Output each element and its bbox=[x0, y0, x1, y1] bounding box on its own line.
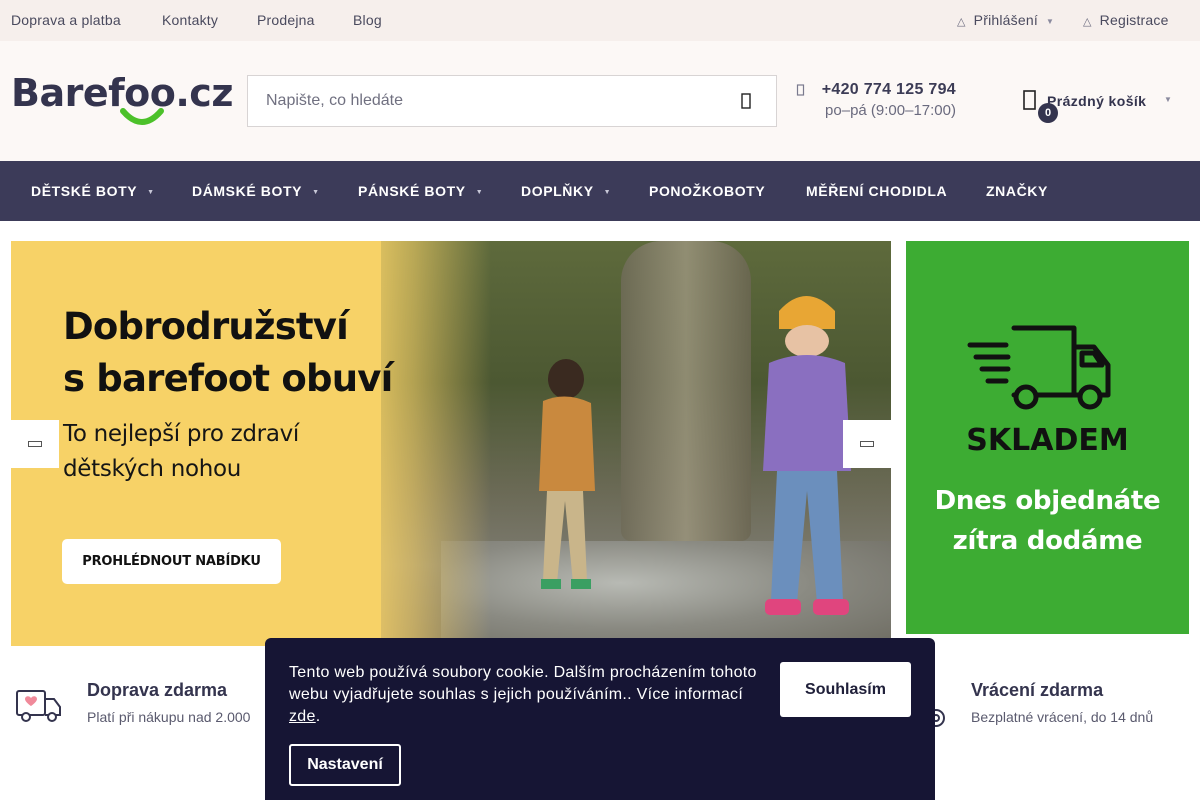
arrow-left-icon bbox=[28, 441, 42, 447]
main-navigation: DĚTSKÉ BOTY ▼ DÁMSKÉ BOTY ▼ PÁNSKÉ BOTY ▼ D… bbox=[0, 161, 1200, 221]
in-stock-line2: zítra dodáme bbox=[952, 526, 1143, 556]
nav-label: DÁMSKÉ BOTY bbox=[192, 183, 303, 199]
topbar-link-shipping[interactable]: Doprava a platba bbox=[11, 12, 121, 28]
benefit-free-returns: Vrácení zdarma Bezplatné vrácení, do 14 … bbox=[971, 680, 1153, 725]
nav-item-brands[interactable]: ZNAČKY bbox=[986, 183, 1048, 199]
register-label: Registrace bbox=[1099, 12, 1169, 28]
nav-item-accessories[interactable]: DOPLŇKY ▼ bbox=[521, 183, 611, 199]
phone-icon bbox=[796, 84, 805, 96]
hero-title: Dobrodružství s barefoot obuví bbox=[63, 301, 393, 405]
header: Barefoo.cz +420 774 125 794 po–pá (9:00–… bbox=[0, 41, 1200, 161]
chevron-down-icon: ▼ bbox=[475, 189, 484, 196]
slider-prev-button[interactable] bbox=[11, 420, 59, 468]
phone-contact[interactable]: +420 774 125 794 po–pá (9:00–17:00) bbox=[796, 81, 956, 119]
benefit-subtitle: Platí při nákupu nad 2.000 bbox=[87, 709, 251, 725]
hero-subtitle-line1: To nejlepší pro zdraví bbox=[63, 421, 300, 447]
nav-item-foot-measuring[interactable]: MĚŘENÍ CHODIDLA bbox=[806, 183, 947, 199]
chevron-down-icon: ▼ bbox=[1164, 95, 1172, 104]
chevron-down-icon: ▼ bbox=[147, 189, 155, 196]
topbar-link-contacts[interactable]: Kontakty bbox=[162, 12, 218, 28]
chevron-down-icon: ▼ bbox=[603, 189, 612, 196]
logo[interactable]: Barefoo.cz bbox=[11, 71, 233, 131]
delivery-van-icon bbox=[16, 690, 61, 722]
benefit-subtitle: Bezplatné vrácení, do 14 dnů bbox=[971, 709, 1154, 725]
hero-title-line2: s barefoot obuví bbox=[63, 357, 393, 400]
benefit-title: Vrácení zdarma bbox=[971, 680, 1104, 700]
benefit-title: Doprava zdarma bbox=[87, 680, 228, 700]
opening-hours: po–pá (9:00–17:00) bbox=[825, 102, 956, 119]
user-add-icon: △ bbox=[1083, 16, 1092, 28]
cookie-message: Tento web používá soubory cookie. Dalším… bbox=[289, 664, 757, 703]
top-bar: Doprava a platba Kontakty Prodejna Blog … bbox=[0, 0, 1200, 41]
tree-trunk bbox=[621, 241, 751, 541]
search-box bbox=[247, 75, 777, 127]
browse-offer-button[interactable]: PROHLÉDNOUT NABÍDKU bbox=[62, 539, 281, 584]
nav-item-womens-shoes[interactable]: DÁMSKÉ BOTY ▼ bbox=[192, 183, 320, 199]
phone-number: +420 774 125 794 bbox=[821, 81, 956, 98]
cookie-consent-bar: Tento web používá soubory cookie. Dalším… bbox=[265, 638, 935, 800]
nav-item-kids-shoes[interactable]: DĚTSKÉ BOTY ▼ bbox=[31, 183, 155, 199]
delivery-truck-icon bbox=[967, 325, 1111, 410]
topbar-link-store[interactable]: Prodejna bbox=[257, 12, 315, 28]
chevron-down-icon: ▼ bbox=[1045, 17, 1055, 26]
topbar-link-blog[interactable]: Blog bbox=[353, 12, 382, 28]
search-icon[interactable] bbox=[738, 92, 754, 110]
slider-next-button[interactable] bbox=[843, 420, 891, 468]
smile-icon bbox=[120, 108, 164, 125]
cookie-text-end: . bbox=[315, 708, 321, 725]
cart-icon bbox=[1023, 90, 1036, 110]
in-stock-title: SKLADEM bbox=[966, 423, 1129, 458]
cookie-settings-button[interactable]: Nastavení bbox=[289, 744, 401, 786]
nav-label: PÁNSKÉ BOTY bbox=[358, 183, 466, 199]
hero-banner[interactable]: Dobrodružství s barefoot obuví To nejlep… bbox=[11, 241, 891, 646]
chevron-down-icon: ▼ bbox=[312, 189, 320, 196]
arrow-right-icon bbox=[860, 441, 874, 447]
hero-subtitle-line2: dětských nohou bbox=[63, 456, 242, 482]
nav-item-sock-shoes[interactable]: PONOŽKOBOTY bbox=[649, 183, 765, 199]
hero-title-line1: Dobrodružství bbox=[63, 305, 349, 348]
cart[interactable]: 0 Prázdný košík ▼ bbox=[1022, 87, 1182, 127]
nav-label: DOPLŇKY bbox=[521, 183, 594, 199]
user-icon: △ bbox=[957, 16, 966, 28]
cart-label: Prázdný košík bbox=[1047, 93, 1147, 109]
hero-subtitle: To nejlepší pro zdraví dětských nohou bbox=[63, 417, 299, 487]
cookie-agree-button[interactable]: Souhlasím bbox=[780, 662, 911, 717]
cookie-text: Tento web používá soubory cookie. Dalším… bbox=[289, 662, 759, 728]
child-figure-left bbox=[539, 359, 595, 589]
in-stock-text: Dnes objednáte zítra dodáme bbox=[906, 481, 1189, 561]
search-input[interactable] bbox=[248, 76, 708, 126]
login-label: Přihlášení bbox=[973, 12, 1038, 28]
cookie-info-link[interactable]: zde bbox=[289, 708, 316, 725]
logo-text: Barefoo.cz bbox=[11, 71, 233, 115]
nav-item-mens-shoes[interactable]: PÁNSKÉ BOTY ▼ bbox=[358, 183, 483, 199]
nav-label: DĚTSKÉ BOTY bbox=[31, 183, 138, 199]
benefit-free-shipping: Doprava zdarma Platí při nákupu nad 2.00… bbox=[87, 680, 250, 725]
in-stock-banner[interactable]: SKLADEM Dnes objednáte zítra dodáme bbox=[906, 241, 1189, 634]
login-link[interactable]: △ Přihlášení ▼ bbox=[957, 12, 1054, 28]
in-stock-line1: Dnes objednáte bbox=[934, 486, 1161, 516]
register-link[interactable]: △ Registrace bbox=[1083, 12, 1169, 28]
